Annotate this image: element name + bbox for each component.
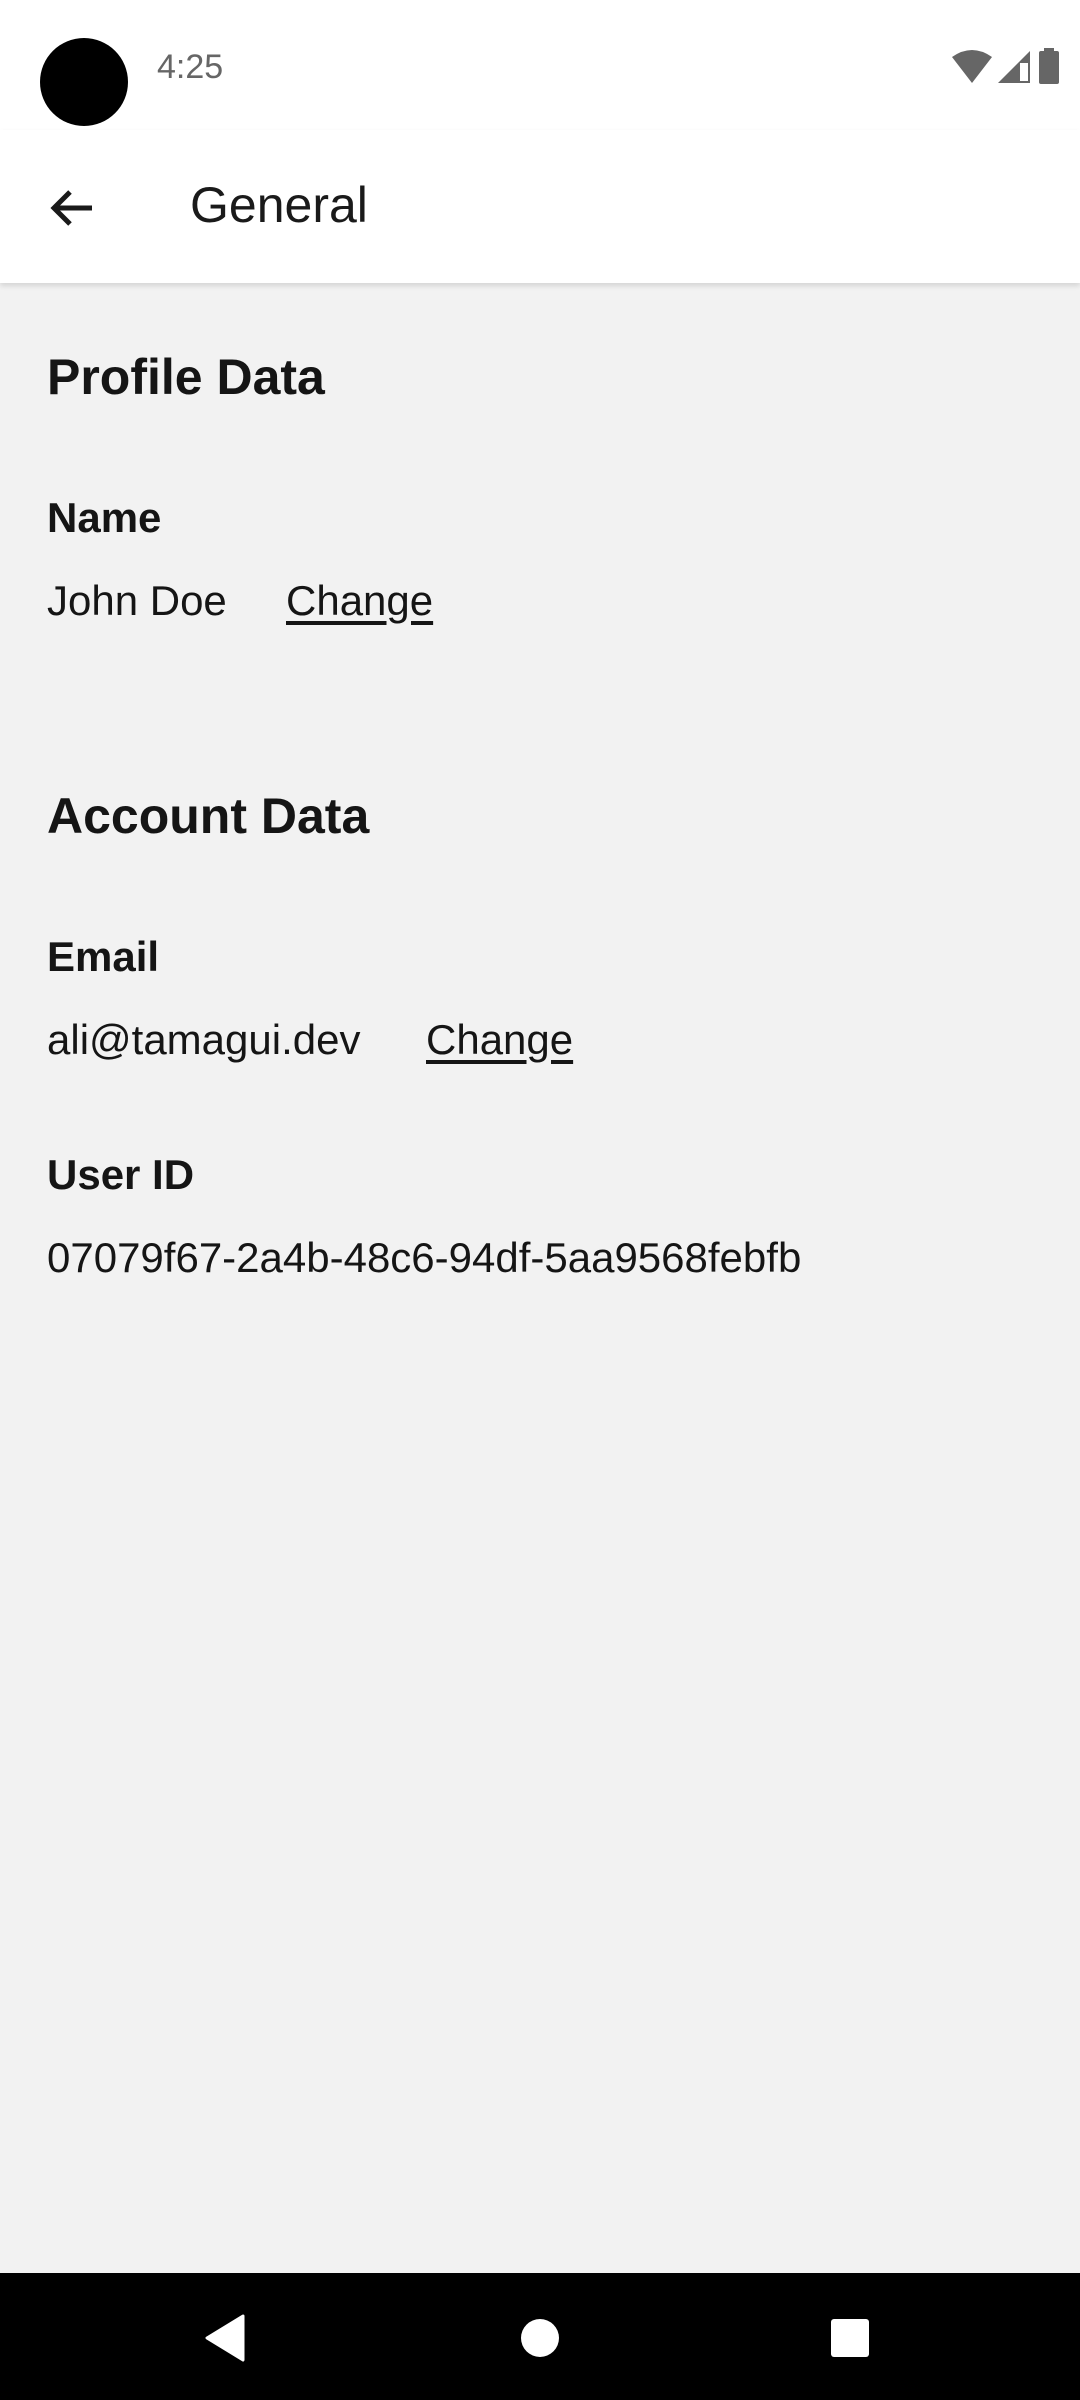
account-data-heading: Account Data — [47, 788, 370, 844]
system-icons — [952, 48, 1060, 84]
nav-home-button[interactable] — [510, 2308, 570, 2368]
back-button[interactable] — [44, 180, 100, 236]
signal-icon — [998, 51, 1030, 83]
home-circle-icon — [521, 2319, 559, 2357]
back-triangle-icon — [205, 2314, 245, 2362]
app-bar: General — [0, 130, 1080, 283]
battery-icon — [1039, 48, 1059, 84]
camera-cutout — [40, 38, 128, 126]
name-value: John Doe — [47, 577, 227, 624]
user-id-value: 07079f67-2a4b-48c6-94df-5aa9568febfb — [47, 1234, 802, 1281]
email-value: ali@tamagui.dev — [47, 1016, 361, 1063]
navigation-bar — [0, 2273, 1080, 2400]
profile-data-heading: Profile Data — [47, 349, 325, 405]
recents-square-icon — [831, 2319, 869, 2357]
change-email-link[interactable]: Change — [426, 1016, 573, 1064]
change-name-link[interactable]: Change — [286, 577, 433, 625]
user-id-label: User ID — [47, 1151, 195, 1198]
email-label: Email — [47, 933, 160, 980]
status-time: 4:25 — [157, 48, 224, 86]
page-title: General — [190, 177, 368, 233]
nav-recents-button[interactable] — [820, 2308, 880, 2368]
name-label: Name — [47, 494, 162, 541]
nav-back-button[interactable] — [195, 2308, 255, 2368]
arrow-left-icon — [50, 190, 92, 226]
status-bar: 4:25 — [0, 0, 1080, 130]
wifi-icon — [952, 50, 992, 83]
